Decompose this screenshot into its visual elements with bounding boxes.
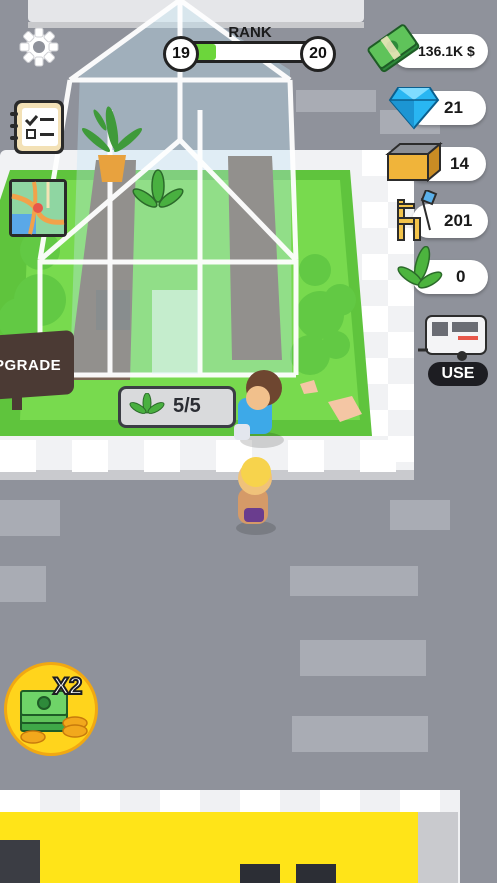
rank-current: 19 bbox=[163, 36, 199, 72]
rank-label: RANK bbox=[228, 24, 272, 41]
greenhouse-capacity-text: 5/5 bbox=[173, 395, 201, 417]
greenhouse-capacity-counter: 5/5 bbox=[118, 386, 236, 428]
diamond-icon bbox=[388, 87, 440, 130]
upgrade-sign-label: PGRADE bbox=[0, 357, 62, 374]
x2-booster-label: X2 bbox=[52, 672, 83, 701]
plant-value: 0 bbox=[456, 267, 466, 286]
furniture-value: 201 bbox=[444, 211, 473, 230]
brick-value: 14 bbox=[450, 154, 469, 173]
map-icon[interactable] bbox=[8, 178, 68, 238]
x2-booster-button[interactable]: X2 bbox=[4, 662, 98, 756]
clipboard-checklist-icon[interactable] bbox=[10, 98, 66, 156]
gem-value: 21 bbox=[444, 98, 463, 117]
rank-progress-bar bbox=[180, 41, 318, 63]
cash-stack-icon bbox=[367, 24, 420, 73]
upgrade-sign-post bbox=[12, 394, 22, 410]
use-vehicle-button[interactable]: USE bbox=[428, 362, 488, 386]
brick-block-icon bbox=[385, 141, 443, 183]
game-view[interactable]: PGRADE 5/5 RANK 19 20 136.1K $ 21 14 201… bbox=[0, 0, 497, 883]
plant-leaf-icon bbox=[129, 393, 165, 414]
camper-trailer-icon[interactable] bbox=[418, 310, 490, 362]
gear-icon[interactable] bbox=[18, 26, 60, 68]
rank-next: 20 bbox=[300, 36, 336, 72]
money-value: 136.1K $ bbox=[418, 43, 475, 59]
world-scene bbox=[0, 0, 460, 883]
player-character bbox=[236, 457, 276, 535]
chair-shovel-icon bbox=[397, 190, 438, 241]
plant-leaf-icon bbox=[397, 246, 443, 289]
